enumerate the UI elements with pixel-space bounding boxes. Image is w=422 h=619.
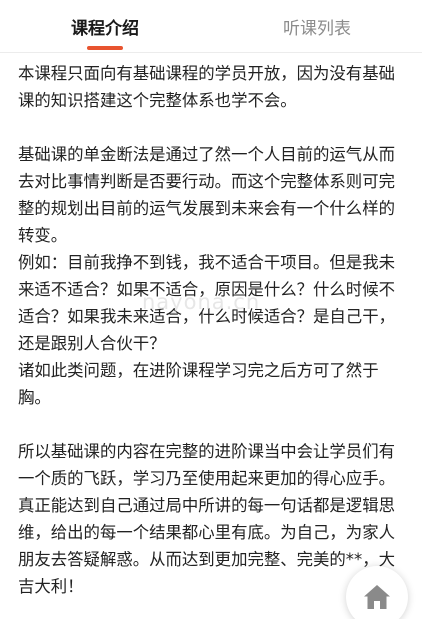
tab-lesson-list[interactable]: 听课列表 — [252, 0, 382, 52]
tab-course-intro-label: 课程介绍 — [71, 18, 139, 39]
paragraph-summary: 诸如此类问题，在进阶课程学习完之后方可了然于胸。 — [18, 361, 379, 407]
tab-bar: 课程介绍 听课列表 — [0, 0, 422, 52]
active-tab-indicator — [87, 46, 123, 50]
paragraph-basics: 基础课的单金断法是通过了然一个人目前的运气从而去对比事情判断是否要行动。而这个完… — [18, 145, 395, 245]
paragraph-conclusion: 所以基础课的内容在完整的进阶课当中会让学员们有一个质的飞跃，学习乃至使用起来更加… — [18, 442, 395, 596]
tab-lesson-list-label: 听课列表 — [283, 18, 351, 39]
paragraph-example: 例如：目前我挣不到钱，我不适合干项目。但是我未来适不适合？如果不适合，原因是什么… — [18, 253, 395, 353]
home-button[interactable] — [346, 566, 408, 619]
course-description: 本课程只面向有基础课程的学员开放，因为没有基础课的知识搭建这个完整体系也学不会。… — [18, 60, 410, 600]
home-icon — [364, 585, 390, 609]
tab-divider — [0, 52, 422, 53]
course-page: 课程介绍 听课列表 本课程只面向有基础课程的学员开放，因为没有基础课的知识搭建这… — [0, 0, 422, 619]
tab-course-intro[interactable]: 课程介绍 — [40, 0, 170, 52]
paragraph-intro: 本课程只面向有基础课程的学员开放，因为没有基础课的知识搭建这个完整体系也学不会。 — [18, 64, 395, 110]
